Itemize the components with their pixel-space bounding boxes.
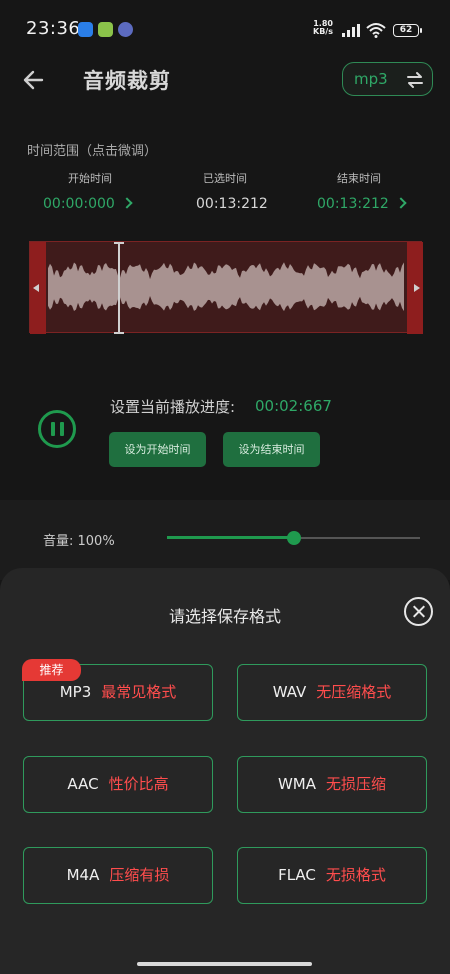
sheet-title: 请选择保存格式 bbox=[168, 607, 281, 626]
start-time-label: 开始时间 bbox=[68, 172, 112, 185]
start-time-value[interactable]: 00:00:000 bbox=[43, 196, 133, 212]
volume-slider-fill bbox=[167, 536, 294, 539]
progress-label: 设置当前播放进度: bbox=[110, 398, 236, 416]
pause-button[interactable] bbox=[38, 410, 76, 448]
format-option-wav[interactable]: WAV 无压缩格式 bbox=[237, 664, 427, 721]
waveform-graph bbox=[48, 262, 404, 312]
format-switch-button[interactable]: mp3 bbox=[342, 62, 433, 96]
end-time-label: 结束时间 bbox=[337, 172, 381, 185]
back-arrow-icon[interactable] bbox=[20, 66, 48, 94]
chevron-right-icon bbox=[121, 197, 133, 209]
set-start-time-button[interactable]: 设为开始时间 bbox=[109, 432, 206, 467]
wifi-icon bbox=[366, 23, 386, 38]
set-end-time-button[interactable]: 设为结束时间 bbox=[223, 432, 320, 467]
status-bar: 23:36 1.80 KB/s 62 bbox=[0, 0, 450, 60]
format-option-m4a[interactable]: M4A 压缩有损 bbox=[23, 847, 213, 904]
home-indicator[interactable] bbox=[137, 962, 312, 966]
notification-app-icon bbox=[98, 22, 113, 37]
selected-time-value: 00:13:212 bbox=[196, 196, 268, 212]
network-speed: 1.80 KB/s bbox=[313, 19, 333, 36]
end-time-value[interactable]: 00:13:212 bbox=[317, 196, 407, 212]
chevron-right-icon bbox=[395, 197, 407, 209]
pause-icon bbox=[51, 422, 55, 436]
status-time: 23:36 bbox=[26, 18, 81, 39]
notification-app-icon bbox=[78, 22, 93, 37]
time-range-label: 时间范围（点击微调） bbox=[27, 144, 158, 159]
page-title: 音频裁剪 bbox=[83, 69, 171, 93]
waveform-selector[interactable] bbox=[29, 241, 423, 334]
swap-icon bbox=[407, 72, 423, 88]
battery-indicator: 62 bbox=[393, 24, 422, 37]
notification-app-icon bbox=[118, 22, 133, 37]
format-option-flac[interactable]: FLAC 无损格式 bbox=[237, 847, 427, 904]
current-format-label: mp3 bbox=[354, 70, 388, 88]
signal-icon bbox=[342, 24, 360, 37]
app-header: 音频裁剪 mp3 bbox=[0, 60, 450, 100]
format-option-aac[interactable]: AAC 性价比高 bbox=[23, 756, 213, 813]
format-option-wma[interactable]: WMA 无损压缩 bbox=[237, 756, 427, 813]
progress-value: 00:02:667 bbox=[255, 397, 332, 415]
selected-time-label: 已选时间 bbox=[203, 172, 247, 185]
close-icon[interactable] bbox=[404, 597, 433, 626]
volume-slider-knob[interactable] bbox=[286, 531, 301, 545]
volume-label: 音量: 100% bbox=[43, 534, 115, 549]
recommended-badge: 推荐 bbox=[22, 659, 81, 681]
